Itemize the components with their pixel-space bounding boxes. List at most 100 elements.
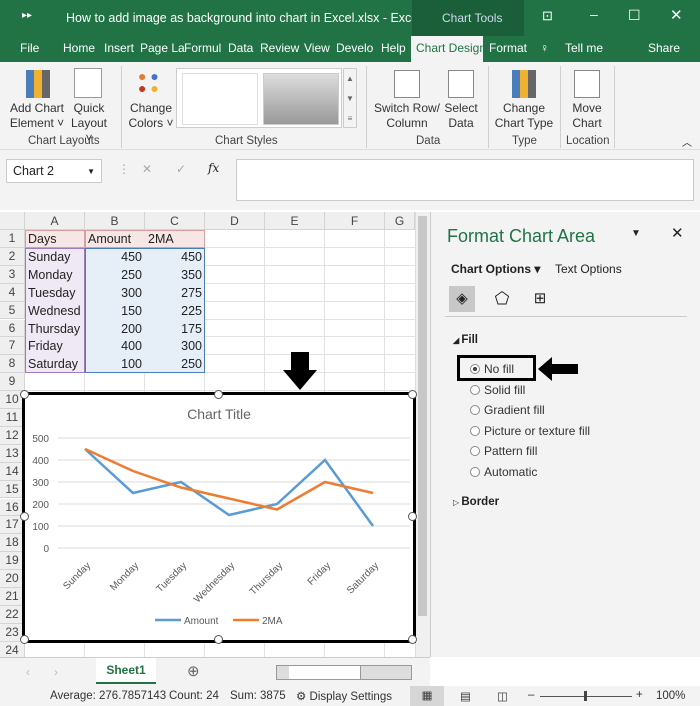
table-cell[interactable]: 300 [145, 337, 205, 355]
resize-handle[interactable] [20, 635, 29, 644]
tab-format[interactable]: Format [489, 41, 527, 55]
table-cell[interactable]: 250 [145, 355, 205, 373]
tab-review[interactable]: Review [260, 41, 299, 55]
table-cell[interactable]: 450 [85, 248, 145, 266]
column-header-C[interactable]: C [145, 212, 205, 230]
cell-header[interactable]: Amount [85, 230, 145, 248]
row-header-8[interactable]: 8 [0, 355, 25, 374]
select-data-button[interactable]: Select Data [440, 101, 482, 131]
cancel-icon[interactable]: ✕ [142, 162, 152, 176]
resize-handle[interactable] [408, 635, 417, 644]
column-header-A[interactable]: A [25, 212, 85, 230]
maximize-button[interactable]: ☐ [628, 7, 641, 24]
table-cell[interactable]: 225 [145, 302, 205, 320]
ribbon-display-icon[interactable]: ⊡ [542, 8, 553, 24]
table-cell[interactable]: 350 [145, 266, 205, 284]
tab-data[interactable]: Data [228, 41, 253, 55]
table-cell[interactable]: 150 [85, 302, 145, 320]
close-button[interactable]: ✕ [670, 6, 683, 24]
fill-line-icon[interactable]: ◈ [449, 286, 475, 312]
minimize-button[interactable]: – [590, 6, 598, 22]
table-cell[interactable]: Sunday [25, 248, 85, 266]
fill-option-3[interactable]: Picture or texture fill [470, 424, 590, 438]
table-cell[interactable]: Friday [25, 337, 85, 355]
chart-title[interactable]: Chart Title [187, 406, 251, 422]
tab-page-layout[interactable]: Page La [140, 41, 185, 55]
row-header-2[interactable]: 2 [0, 247, 25, 266]
table-cell[interactable]: Wednesd [25, 302, 85, 320]
normal-view-button[interactable]: ▦ [410, 686, 444, 706]
chart-styles-gallery[interactable] [176, 68, 342, 128]
row-header-4[interactable]: 4 [0, 283, 25, 302]
name-box[interactable]: Chart 2 ▼ [6, 159, 102, 183]
resize-handle[interactable] [20, 390, 29, 399]
table-cell[interactable]: 100 [85, 355, 145, 373]
column-header-B[interactable]: B [85, 212, 145, 230]
radio-button[interactable] [470, 466, 480, 477]
horizontal-scrollbar[interactable] [276, 665, 412, 680]
move-chart-button[interactable]: Move Chart [564, 101, 610, 131]
row-header-3[interactable]: 3 [0, 265, 25, 284]
fill-option-2[interactable]: Gradient fill [470, 403, 545, 417]
page-break-view-button[interactable]: ◫ [497, 689, 508, 703]
radio-button[interactable] [470, 364, 480, 374]
zoom-slider[interactable]: – + [528, 689, 648, 703]
tab-file[interactable]: File [20, 41, 39, 55]
prev-sheet-icon[interactable]: ‹ [26, 665, 30, 679]
radio-button[interactable] [470, 405, 480, 415]
table-cell[interactable]: 175 [145, 320, 205, 338]
row-header-1[interactable]: 1 [0, 230, 25, 248]
text-options-tab[interactable]: Text Options [555, 262, 622, 276]
resize-handle[interactable] [408, 390, 417, 399]
table-cell[interactable]: 450 [145, 248, 205, 266]
tab-insert[interactable]: Insert [104, 41, 134, 55]
row-header-9[interactable]: 9 [0, 373, 25, 392]
tab-developer[interactable]: Develo [336, 41, 373, 55]
zoom-level[interactable]: 100% [656, 690, 685, 702]
table-cell[interactable]: 300 [85, 284, 145, 302]
line-chart[interactable]: Chart Title 0 100 200 300 400 500 Sunday Monday T… [25, 395, 413, 640]
column-header-E[interactable]: E [265, 212, 325, 230]
collapse-ribbon-icon[interactable]: ︿ [682, 134, 692, 149]
add-sheet-icon[interactable]: ⊕ [187, 662, 200, 680]
size-properties-icon[interactable]: ⊞ [527, 286, 553, 312]
tab-chart-design[interactable]: Chart Design [416, 41, 486, 55]
table-cell[interactable]: Tuesday [25, 284, 85, 302]
page-layout-view-button[interactable]: ▤ [460, 689, 471, 703]
formula-input[interactable] [236, 159, 694, 201]
table-cell[interactable]: 275 [145, 284, 205, 302]
chart-style-1[interactable] [182, 73, 258, 125]
row-header-7[interactable]: 7 [0, 337, 25, 356]
table-cell[interactable]: 400 [85, 337, 145, 355]
fill-section-header[interactable]: ◢ Fill [453, 334, 478, 346]
change-chart-type-button[interactable]: Change Chart Type [492, 101, 556, 131]
enter-icon[interactable]: ✓ [176, 162, 186, 176]
table-cell[interactable]: 250 [85, 266, 145, 284]
scroll-thumb[interactable] [418, 216, 427, 616]
resize-handle[interactable] [214, 390, 223, 399]
row-header-5[interactable]: 5 [0, 301, 25, 320]
cell-header[interactable]: Days [25, 230, 85, 248]
column-header-D[interactable]: D [205, 212, 265, 230]
tell-me-search[interactable]: Tell me [565, 41, 603, 55]
fill-option-5[interactable]: Automatic [470, 465, 537, 479]
fill-option-1[interactable]: Solid fill [470, 383, 525, 397]
resize-handle[interactable] [214, 635, 223, 644]
chart-style-2[interactable] [263, 73, 339, 125]
insert-function-icon[interactable]: fx [208, 161, 219, 175]
table-cell[interactable]: Saturday [25, 355, 85, 373]
table-cell[interactable]: Thursday [25, 320, 85, 338]
row-header-6[interactable]: 6 [0, 319, 25, 338]
fill-option-4[interactable]: Pattern fill [470, 444, 537, 458]
sheet-tab-sheet1[interactable]: Sheet1 [96, 658, 156, 684]
quick-access-icon[interactable]: ▸▸ [22, 10, 32, 21]
pane-close-button[interactable]: ✕ [671, 224, 684, 242]
resize-handle[interactable] [408, 512, 417, 521]
change-colors-button[interactable]: Change Colors ˅ [124, 101, 178, 131]
gallery-scroll[interactable]: ▲ ▼ ≡ [343, 68, 357, 128]
table-cell[interactable]: Monday [25, 266, 85, 284]
resize-handle[interactable] [20, 512, 29, 521]
tab-formulas[interactable]: Formul [184, 41, 221, 55]
select-all-corner[interactable] [0, 212, 25, 230]
pane-options-dropdown[interactable]: ▼ [631, 228, 641, 239]
